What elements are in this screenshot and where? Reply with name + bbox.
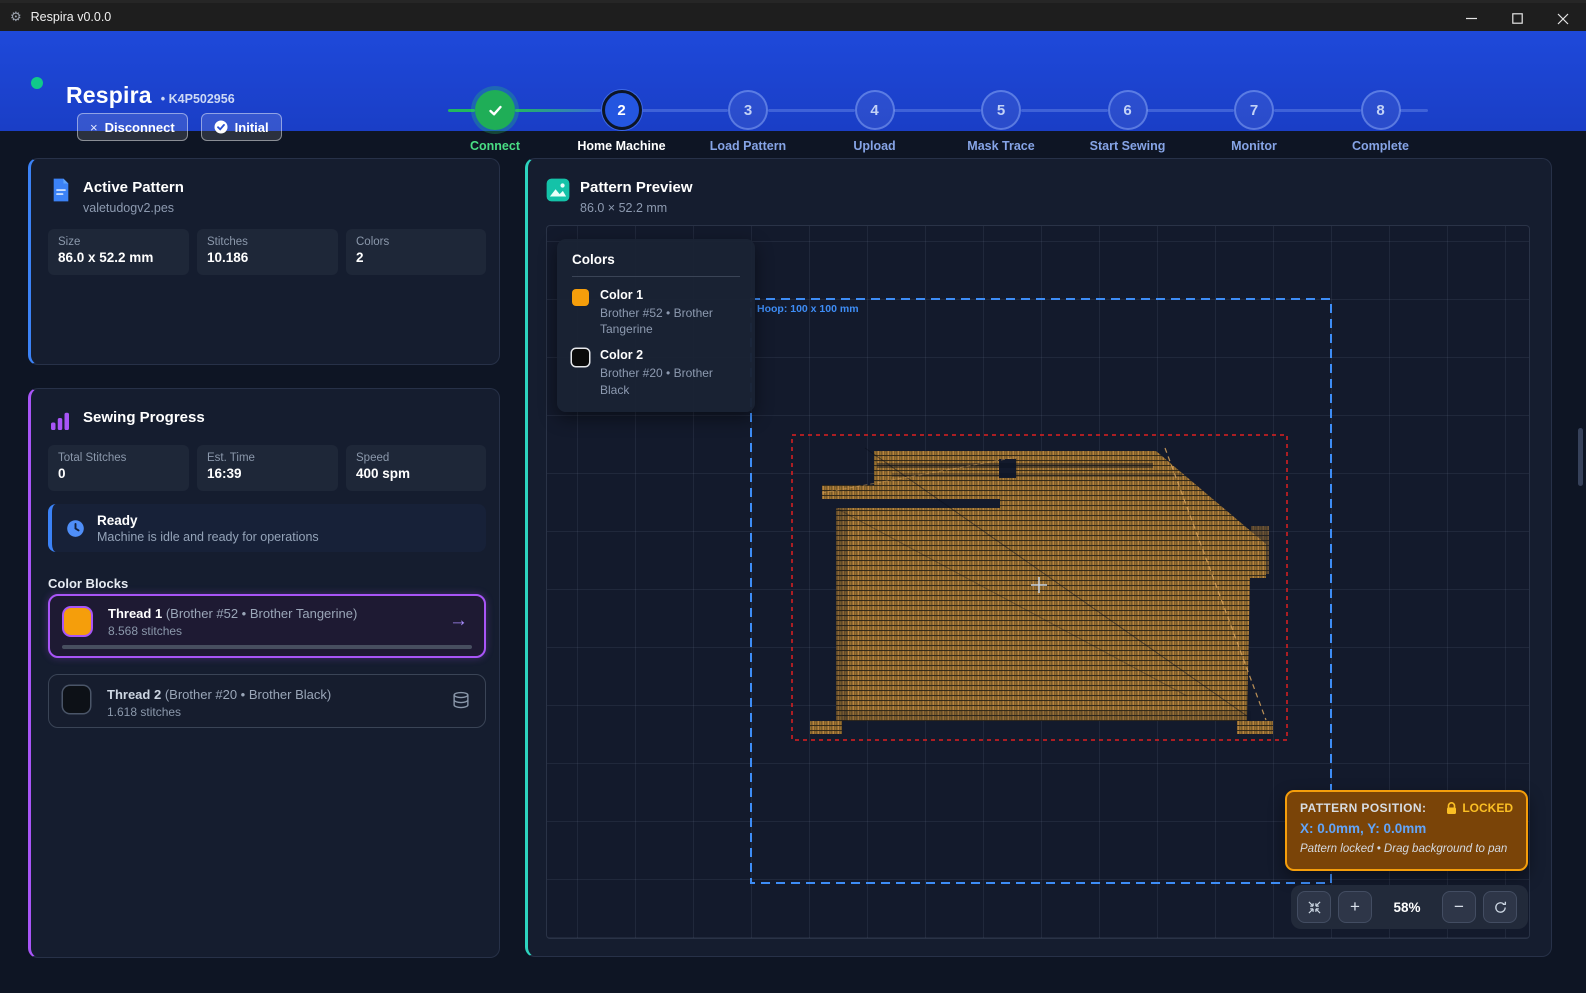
machine-status-box: Ready Machine is idle and ready for oper…: [48, 504, 486, 552]
pattern-preview-title: Pattern Preview: [580, 179, 693, 196]
sewing-progress-panel: Sewing Progress Total Stitches 0 Est. Ti…: [28, 388, 500, 958]
thread-1-swatch: [64, 608, 91, 635]
stat-total-stitches: Total Stitches 0: [48, 445, 189, 491]
collapse-arrows-icon: [1307, 900, 1322, 915]
colors-legend: Colors Color 1 Brother #52 • Brother Tan…: [557, 239, 755, 412]
legend-item-color-1: Color 1 Brother #52 • Brother Tangerine: [572, 288, 740, 337]
clock-icon: [66, 519, 85, 538]
step-load-pattern[interactable]: 3 Load Pattern: [688, 90, 808, 153]
header: Respira • K4P502956 × Disconnect Initial: [0, 31, 1586, 131]
window-title: Respira v0.0.0: [31, 10, 112, 24]
locked-badge: LOCKED: [1446, 801, 1513, 815]
step-connect-circle: [475, 90, 515, 130]
bar-chart-icon: [48, 409, 74, 435]
check-circle-icon: [214, 120, 228, 134]
legend-swatch-1: [572, 289, 589, 306]
app-icon: ⚙: [10, 9, 22, 25]
refresh-icon: [1493, 900, 1508, 915]
stat-stitches: Stitches 10.186: [197, 229, 338, 275]
connection-status-dot: [31, 77, 43, 89]
reset-view-button[interactable]: [1483, 891, 1517, 923]
zoom-out-button[interactable]: −: [1442, 891, 1476, 923]
fit-view-button[interactable]: [1297, 891, 1331, 923]
check-icon: [487, 102, 504, 119]
titlebar: ⚙ Respira v0.0.0: [0, 0, 1586, 31]
position-label: PATTERN POSITION:: [1300, 801, 1426, 815]
image-icon: [545, 177, 571, 203]
step-monitor[interactable]: 7 Monitor: [1194, 90, 1314, 153]
close-x-icon: ×: [90, 120, 98, 135]
pattern-filename: valetudogv2.pes: [83, 201, 174, 215]
initial-button[interactable]: Initial: [201, 113, 282, 141]
thread-1-card[interactable]: Thread 1 (Brother #52 • Brother Tangerin…: [48, 594, 486, 658]
scrollbar-thumb[interactable]: [1578, 428, 1583, 486]
color-blocks-label: Color Blocks: [48, 576, 128, 591]
zoom-level: 58%: [1379, 900, 1435, 915]
legend-item-color-2: Color 2 Brother #20 • Brother Black: [572, 348, 740, 397]
legend-swatch-2: [572, 349, 589, 366]
stat-speed: Speed 400 spm: [346, 445, 486, 491]
pattern-dimensions: 86.0 × 52.2 mm: [580, 201, 667, 215]
active-pattern-title: Active Pattern: [83, 179, 184, 196]
zoom-toolbar: + 58% −: [1291, 885, 1528, 929]
sewing-progress-title: Sewing Progress: [83, 409, 205, 426]
close-button[interactable]: [1540, 3, 1586, 34]
pattern-preview-panel: Pattern Preview 86.0 × 52.2 mm: [525, 158, 1552, 957]
lock-icon: [1446, 802, 1457, 815]
step-complete[interactable]: 8 Complete: [1321, 90, 1441, 153]
stat-colors: Colors 2: [346, 229, 486, 275]
document-icon: [48, 177, 74, 203]
step-home-machine-circle: 2: [602, 90, 642, 130]
hoop-label: Hoop: 100 x 100 mm: [757, 303, 859, 315]
app-name: Respira: [66, 82, 152, 109]
disconnect-button[interactable]: × Disconnect: [77, 113, 188, 141]
machine-serial: • K4P502956: [161, 92, 235, 106]
legend-title: Colors: [572, 252, 740, 277]
app-window: ⚙ Respira v0.0.0 Respira • K4P502956 × D…: [0, 0, 1586, 993]
thread-2-card[interactable]: Thread 2 (Brother #20 • Brother Black) 1…: [48, 674, 486, 728]
step-home-machine[interactable]: 2 Home Machine: [562, 90, 682, 153]
thread-2-swatch: [63, 686, 90, 713]
zoom-in-button[interactable]: +: [1338, 891, 1372, 923]
active-pattern-panel: Active Pattern valetudogv2.pes Size 86.0…: [28, 158, 500, 365]
step-start-sewing[interactable]: 6 Start Sewing: [1068, 90, 1188, 153]
position-coords: X: 0.0mm, Y: 0.0mm: [1300, 821, 1513, 836]
stat-size: Size 86.0 x 52.2 mm: [48, 229, 189, 275]
layers-stack-icon: [451, 690, 471, 715]
pattern-position-overlay: PATTERN POSITION: LOCKED X: 0.0mm, Y: 0.…: [1285, 790, 1528, 871]
thread-1-progress-bar: [62, 645, 472, 650]
step-connect[interactable]: Connect: [435, 90, 555, 153]
step-upload[interactable]: 4 Upload: [815, 90, 935, 153]
arrow-right-icon: →: [449, 610, 468, 632]
status-desc: Machine is idle and ready for operations: [97, 530, 319, 544]
step-mask-trace[interactable]: 5 Mask Trace: [941, 90, 1061, 153]
embroidery-pattern: [810, 448, 1273, 734]
minimize-button[interactable]: [1448, 3, 1494, 34]
maximize-button[interactable]: [1494, 3, 1540, 34]
preview-canvas[interactable]: Hoop: 100 x 100 mm Colors Color 1 Brothe…: [546, 225, 1530, 939]
status-title: Ready: [97, 513, 319, 528]
stat-est-time: Est. Time 16:39: [197, 445, 338, 491]
position-hint: Pattern locked • Drag background to pan: [1300, 843, 1513, 855]
